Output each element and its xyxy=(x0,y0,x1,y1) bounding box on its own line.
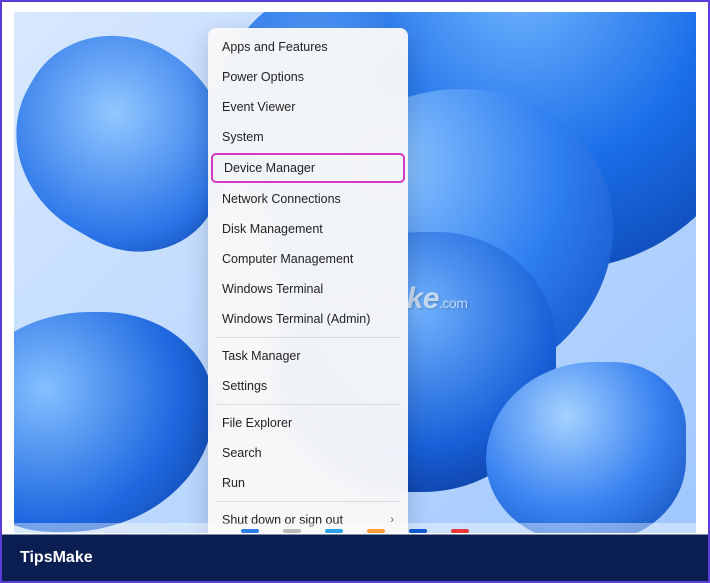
menu-separator xyxy=(216,404,400,405)
menu-item-label: Run xyxy=(222,476,245,490)
screenshot-frame: TipsMake.com Apps and FeaturesPower Opti… xyxy=(0,0,710,583)
menu-item-system[interactable]: System xyxy=(208,122,408,152)
menu-item-event-viewer[interactable]: Event Viewer xyxy=(208,92,408,122)
menu-item-label: Computer Management xyxy=(222,252,353,266)
menu-item-label: Windows Terminal (Admin) xyxy=(222,312,370,326)
menu-separator xyxy=(216,337,400,338)
menu-item-apps-and-features[interactable]: Apps and Features xyxy=(208,32,408,62)
menu-item-search[interactable]: Search xyxy=(208,438,408,468)
menu-item-run[interactable]: Run xyxy=(208,468,408,498)
source-footer: TipsMake xyxy=(2,535,708,581)
menu-item-label: Search xyxy=(222,446,262,460)
taskbar-icon[interactable] xyxy=(451,529,469,533)
menu-item-label: Disk Management xyxy=(222,222,323,236)
footer-label: TipsMake xyxy=(20,549,93,567)
menu-item-label: Apps and Features xyxy=(222,40,328,54)
menu-item-label: Task Manager xyxy=(222,349,301,363)
menu-item-label: System xyxy=(222,130,264,144)
menu-item-label: Settings xyxy=(222,379,267,393)
taskbar-icon[interactable] xyxy=(409,529,427,533)
menu-item-disk-management[interactable]: Disk Management xyxy=(208,214,408,244)
menu-item-network-connections[interactable]: Network Connections xyxy=(208,184,408,214)
desktop-wallpaper: TipsMake.com Apps and FeaturesPower Opti… xyxy=(14,12,696,533)
menu-item-windows-terminal-admin[interactable]: Windows Terminal (Admin) xyxy=(208,304,408,334)
menu-item-label: File Explorer xyxy=(222,416,292,430)
menu-item-label: Windows Terminal xyxy=(222,282,323,296)
menu-item-device-manager[interactable]: Device Manager xyxy=(211,153,405,183)
menu-item-file-explorer[interactable]: File Explorer xyxy=(208,408,408,438)
menu-item-computer-management[interactable]: Computer Management xyxy=(208,244,408,274)
menu-item-power-options[interactable]: Power Options xyxy=(208,62,408,92)
winx-context-menu: Apps and Features Power Options Event View… xyxy=(208,28,408,533)
menu-item-label: Power Options xyxy=(222,70,304,84)
menu-item-label: Device Manager xyxy=(224,161,315,175)
taskbar-icon[interactable] xyxy=(367,529,385,533)
menu-item-label: Network Connections xyxy=(222,192,341,206)
menu-item-settings[interactable]: Settings xyxy=(208,371,408,401)
taskbar-icon[interactable] xyxy=(241,529,259,533)
taskbar[interactable] xyxy=(14,523,696,533)
taskbar-icon[interactable] xyxy=(283,529,301,533)
menu-item-windows-terminal[interactable]: Windows Terminal xyxy=(208,274,408,304)
menu-item-task-manager[interactable]: Task Manager xyxy=(208,341,408,371)
menu-separator xyxy=(216,501,400,502)
menu-item-label: Event Viewer xyxy=(222,100,295,114)
taskbar-icon[interactable] xyxy=(325,529,343,533)
